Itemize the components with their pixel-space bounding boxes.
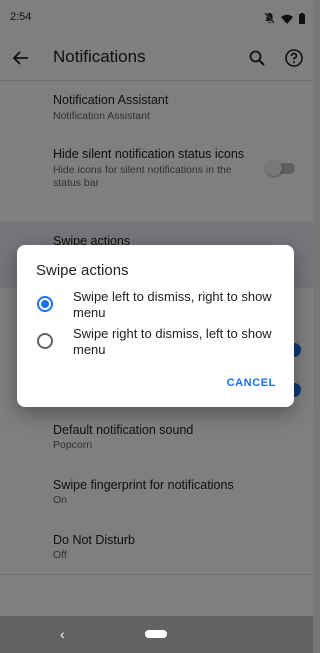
- option-swipe-right-dismiss[interactable]: Swipe right to dismiss, left to show men…: [17, 326, 294, 366]
- nav-back-icon[interactable]: ‹: [60, 626, 65, 642]
- nav-home-pill[interactable]: [145, 630, 167, 638]
- option-label: Swipe left to dismiss, right to show men…: [73, 289, 272, 320]
- option-label: Swipe right to dismiss, left to show men…: [73, 326, 272, 357]
- cancel-button[interactable]: CANCEL: [227, 377, 276, 389]
- dialog-title: Swipe actions: [36, 262, 129, 279]
- option-swipe-left-dismiss[interactable]: Swipe left to dismiss, right to show men…: [17, 289, 294, 329]
- radio-button[interactable]: [37, 333, 53, 349]
- radio-button-selected[interactable]: [37, 296, 53, 312]
- swipe-actions-dialog: Swipe actions Swipe left to dismiss, rig…: [17, 245, 294, 407]
